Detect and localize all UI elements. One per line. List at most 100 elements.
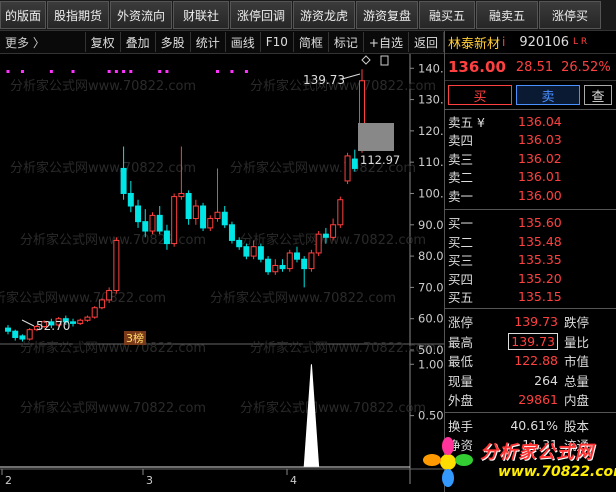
order-book-price: 135.35: [518, 252, 562, 268]
volume-ratio-label: 量比: [564, 334, 590, 350]
order-book-row[interactable]: 卖一 136.00: [445, 186, 616, 205]
signal-marker: [114, 70, 118, 73]
x-axis-label: 3: [146, 474, 153, 487]
candle-body: [120, 167, 127, 194]
watermark-text: 分析家公式网www.70822.com: [240, 400, 426, 416]
ask-list: 卖五 ¥ 136.04 卖四 136.03 卖三 136.02 卖二 136.01 卖一 136.…: [445, 112, 616, 205]
query-button[interactable]: 查: [584, 85, 612, 105]
float-label: 流通: [564, 438, 590, 454]
trade-buttons: 买 卖 查: [445, 81, 616, 110]
order-book-row[interactable]: 买三 135.35: [445, 251, 616, 270]
order-book-row[interactable]: 卖二 136.01: [445, 168, 616, 187]
order-book-row[interactable]: 买一 135.60: [445, 214, 616, 233]
watermark-text: 分析家公式网www.70822.com: [210, 290, 396, 306]
order-book-row[interactable]: 卖四 136.03: [445, 131, 616, 150]
signal-marker: [122, 70, 126, 73]
buy-button[interactable]: 买: [448, 85, 512, 105]
signal-marker: [216, 70, 220, 73]
stock-code: 920106: [519, 34, 569, 50]
limit-up-value: 139.73: [514, 314, 558, 330]
watermark-text: 分析家公式网www.70822.com: [10, 78, 196, 94]
stat-row-high: 最高 139.73 量比: [445, 332, 616, 352]
top-tab[interactable]: 外资流向: [110, 1, 172, 29]
candle-body: [337, 199, 344, 226]
order-book-row[interactable]: 买四 135.20: [445, 269, 616, 288]
kline-chart[interactable]: 分析家公式网www.70822.com 分析家公式网www.70822.com 分析…: [0, 54, 444, 492]
y-axis-label: 100.0: [418, 186, 444, 200]
candle-body: [221, 211, 228, 226]
top-tab[interactable]: 融卖五: [476, 1, 538, 29]
signal-marker: [20, 70, 24, 73]
top-tab[interactable]: 的版面: [0, 1, 46, 29]
order-book-row[interactable]: 买二 135.48: [445, 232, 616, 251]
order-book-row[interactable]: 卖五 ¥ 136.04: [445, 112, 616, 131]
order-book-price: 136.03: [518, 132, 562, 148]
top-tab[interactable]: 游资复盘: [356, 1, 418, 29]
candle-body: [200, 205, 207, 229]
candle-body: [156, 214, 163, 232]
stat-row-current: 现量 264 总量: [445, 371, 616, 391]
current-volume-label: 现量: [448, 373, 474, 389]
bid-list: 买一 135.60 买二 135.48 买三 135.35 买四 135.20 买五 135.15: [445, 214, 616, 307]
more-menu-button[interactable]: 更多 〉: [0, 32, 86, 52]
stock-name[interactable]: 林泰新材: [448, 33, 500, 52]
candle-body: [12, 330, 19, 338]
candle-body: [293, 252, 300, 260]
toolbar-button[interactable]: 标记: [329, 32, 364, 52]
order-book-row[interactable]: 买五 135.15: [445, 288, 616, 307]
indicator-axis-label: 0.50: [418, 409, 444, 423]
quote-panel: 林泰新材 i 920106 L R 136.00 28.51 26.52% 买 …: [444, 31, 616, 492]
net-asset-value: 11.31: [522, 437, 558, 453]
signal-marker: [244, 70, 248, 73]
candle-body: [344, 155, 351, 182]
top-tab[interactable]: 股指期货: [47, 1, 109, 29]
y-axis-label: 80.0: [418, 249, 444, 263]
order-book-level-label: 买二: [448, 234, 474, 250]
top-tab[interactable]: 涨停回调: [230, 1, 292, 29]
watermark-text: 分析家公式网www.70822.com: [20, 400, 206, 416]
high-annotation: 139.73: [303, 73, 345, 87]
signal-marker: [129, 70, 133, 73]
order-book-level-label: 卖五 ¥: [448, 114, 485, 130]
toolbar-button[interactable]: +自选: [364, 32, 409, 52]
low-label: 最低: [448, 354, 474, 370]
change-percent: 26.52%: [561, 59, 611, 75]
y-axis-label: 60.0: [418, 312, 444, 326]
toolbar-button[interactable]: 叠加: [121, 32, 156, 52]
stat-row-low: 最低 122.88 市值: [445, 351, 616, 371]
order-book-price: 136.01: [518, 169, 562, 185]
top-tab[interactable]: 融买五: [419, 1, 475, 29]
toolbar-button[interactable]: 画线: [226, 32, 261, 52]
order-book: 卖五 ¥ 136.04 卖四 136.03 卖三 136.02 卖二 136.01 卖一 136.…: [445, 110, 616, 309]
y-axis-label: 90.0: [418, 218, 444, 232]
top-tab[interactable]: 游资龙虎: [293, 1, 355, 29]
indicator-axis-label: 1.00: [418, 357, 444, 371]
signal-marker: [71, 70, 75, 73]
candle-body: [5, 327, 11, 332]
toolbar-button[interactable]: 统计: [191, 32, 226, 52]
price-row: 136.00 28.51 26.52%: [445, 54, 616, 81]
signal-marker: [165, 70, 169, 73]
info-icon[interactable]: i: [502, 35, 505, 49]
stat-row-net: 净资 11.31 流通: [445, 435, 616, 455]
toolbar-button[interactable]: F10: [261, 32, 294, 52]
toolbar-button[interactable]: 复权: [86, 32, 121, 52]
toolbar-button[interactable]: 简框: [294, 32, 329, 52]
candle-body: [127, 192, 134, 207]
order-book-row[interactable]: 卖三 136.02: [445, 149, 616, 168]
toolbar-button[interactable]: 多股: [156, 32, 191, 52]
net-asset-label: 净资: [448, 438, 474, 454]
x-axis-label: 4: [290, 474, 297, 487]
candle-body: [113, 239, 120, 292]
watermark-text: 分析家公式网www.70822.com: [20, 340, 206, 356]
top-tab[interactable]: 财联社: [173, 1, 229, 29]
turnover-value: 40.61%: [510, 417, 558, 433]
order-book-level-label: 买五: [448, 290, 474, 306]
toolbar-button[interactable]: 返回: [409, 32, 444, 52]
diamond-icon: [361, 55, 371, 65]
sell-button[interactable]: 卖: [516, 85, 580, 105]
top-tab[interactable]: 涨停买: [539, 1, 601, 29]
signal-marker: [158, 70, 162, 73]
candle-body: [351, 158, 358, 169]
signal-marker: [6, 70, 10, 73]
